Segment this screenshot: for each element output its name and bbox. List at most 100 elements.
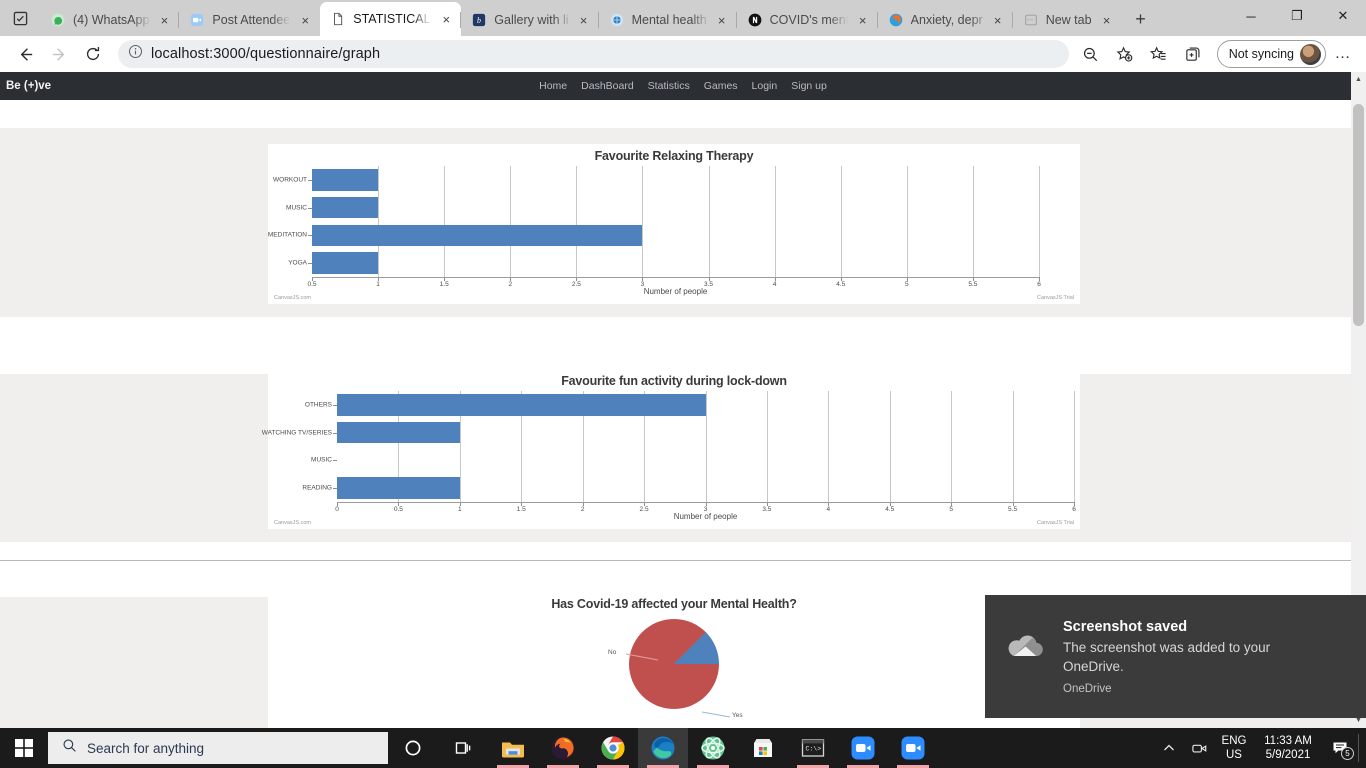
zoom-out-icon[interactable]: [1075, 39, 1107, 69]
taskbar-app-zoom-meetings[interactable]: [838, 728, 888, 768]
taskbar-app-firefox[interactable]: [538, 728, 588, 768]
meet-now-icon[interactable]: [1184, 728, 1214, 768]
y-axis-category-label: WORKOUT: [273, 176, 307, 184]
taskbar-app-zoom-rooms[interactable]: [888, 728, 938, 768]
close-window-button[interactable]: ✕: [1320, 0, 1366, 32]
bar[interactable]: [312, 196, 379, 219]
site-navbar: Be (+)ve Home DashBoard Statistics Games…: [0, 72, 1366, 100]
nav-link-login[interactable]: Login: [752, 80, 778, 92]
nav-link-home[interactable]: Home: [539, 80, 567, 92]
browser-tab-5[interactable]: COVID's ment ×: [735, 4, 878, 36]
back-icon[interactable]: [8, 39, 42, 69]
nav-link-signup[interactable]: Sign up: [791, 80, 827, 92]
whatsapp-icon: [50, 12, 66, 28]
maximize-button[interactable]: ❐: [1274, 0, 1320, 32]
taskbar-app-microsoft-edge[interactable]: [638, 728, 688, 768]
clock[interactable]: 11:33 AM 5/9/2021: [1254, 734, 1322, 762]
grid-line: [766, 391, 768, 502]
site-brand[interactable]: Be (+)ve: [6, 80, 51, 92]
taskbar-app-atom-editor[interactable]: [688, 728, 738, 768]
browser-tab-7[interactable]: New tab ×: [1011, 4, 1122, 36]
grid-line: [774, 166, 776, 277]
tab-close-icon[interactable]: ×: [990, 12, 1006, 28]
tab-close-icon[interactable]: ×: [714, 12, 730, 28]
chart-plot-area[interactable]: No Yes: [268, 611, 1080, 728]
chart-plot-area[interactable]: 0.5 1 1.5 2 2.5 3 3.5 4 4.5 5 5.5 6 WORKOUT MUSIC MEDI…: [268, 166, 1041, 288]
spacer-1: [0, 128, 1366, 144]
sync-status-label: Not syncing: [1228, 47, 1294, 61]
tab-strip: (4) WhatsApp × Post Attendee × STATISTIC…: [0, 0, 1366, 36]
show-desktop-button[interactable]: [1358, 734, 1362, 762]
chart-card-relaxing-therapy: Favourite Relaxing Therapy 0.5 1 1.5 2 2.5 3 3…: [268, 144, 1080, 304]
language-line-1: ENG: [1221, 735, 1247, 747]
taskbar-app-command-prompt[interactable]: C:\>: [788, 728, 838, 768]
y-axis-category-label: OTHERS: [304, 401, 332, 409]
tab-close-icon[interactable]: ×: [438, 11, 454, 27]
chart-plot-area[interactable]: 0 0.5 1 1.5 2 2.5 3 3.5 4 4.5 5 5.5 6 OTHERS WATCHING …: [262, 391, 1076, 513]
language-indicator[interactable]: ENG US: [1214, 734, 1254, 762]
browser-tab-0[interactable]: (4) WhatsApp ×: [40, 4, 179, 36]
canvasjs-credit-left[interactable]: CanvasJS.com: [274, 295, 311, 301]
show-hidden-icons-icon[interactable]: [1154, 728, 1184, 768]
settings-more-icon[interactable]: …: [1328, 39, 1358, 69]
new-tab-button[interactable]: +: [1126, 4, 1156, 34]
tab-close-icon[interactable]: ×: [1099, 12, 1115, 28]
canvasjs-credit-left[interactable]: CanvasJS.com: [274, 520, 311, 526]
tab-close-icon[interactable]: ×: [156, 12, 172, 28]
tab-close-icon[interactable]: ×: [855, 12, 871, 28]
bar[interactable]: [312, 252, 379, 274]
profile-sync-button[interactable]: Not syncing: [1216, 40, 1326, 68]
nav-link-statistics[interactable]: Statistics: [648, 80, 690, 92]
scroll-up-arrow[interactable]: ▲: [1351, 72, 1366, 87]
grid-line: [951, 391, 953, 502]
bar[interactable]: [312, 169, 379, 191]
who-icon: [609, 12, 625, 28]
nav-link-dashboard[interactable]: DashBoard: [581, 80, 634, 92]
bar[interactable]: [337, 421, 460, 444]
address-bar[interactable]: localhost:3000/questionnaire/graph: [118, 40, 1069, 68]
bar[interactable]: [337, 477, 460, 499]
cortana-icon[interactable]: [388, 728, 438, 768]
taskbar-app-microsoft-store[interactable]: [738, 728, 788, 768]
bar[interactable]: [337, 394, 706, 416]
minimize-button[interactable]: ─: [1228, 0, 1274, 32]
info-icon[interactable]: [128, 44, 143, 64]
forward-icon[interactable]: [42, 39, 76, 69]
browser-tab-4[interactable]: Mental health ×: [597, 4, 737, 36]
tab-close-icon[interactable]: ×: [297, 12, 313, 28]
y-axis-category-label: READING: [302, 484, 332, 492]
start-icon[interactable]: [0, 728, 48, 768]
grid-line: [828, 391, 830, 502]
nav-link-games[interactable]: Games: [704, 80, 738, 92]
notification-toast[interactable]: Screenshot saved The screenshot was adde…: [985, 595, 1366, 718]
tab-title: Gallery with li: [494, 13, 569, 27]
reload-icon[interactable]: [76, 39, 110, 69]
search-input[interactable]: Search for anything: [48, 732, 388, 764]
bar[interactable]: [312, 224, 643, 247]
divider-line: [0, 560, 1366, 561]
taskbar-app-chrome[interactable]: [588, 728, 638, 768]
grid-line: [906, 166, 908, 277]
taskbar-app-file-explorer[interactable]: [488, 728, 538, 768]
grid-line: [708, 166, 710, 277]
notification-center-icon[interactable]: 5: [1322, 728, 1358, 768]
browser-tab-2[interactable]: STATISTICAL A ×: [320, 2, 462, 36]
tab-close-icon[interactable]: ×: [576, 12, 592, 28]
y-axis-category-label: MUSIC: [311, 456, 332, 464]
browser-tab-1[interactable]: Post Attendee ×: [178, 4, 320, 36]
tab-title: New tab: [1045, 13, 1092, 27]
browser-tab-6[interactable]: Anxiety, depr ×: [876, 4, 1013, 36]
tab-actions-menu-icon[interactable]: [0, 0, 40, 36]
add-favorite-icon[interactable]: [1109, 39, 1141, 69]
avatar[interactable]: [1300, 43, 1321, 65]
grid-line: [705, 391, 707, 502]
task-view-icon[interactable]: [438, 728, 488, 768]
clock-date: 5/9/2021: [1265, 749, 1311, 761]
svg-text:b: b: [477, 16, 481, 25]
favorites-icon[interactable]: [1143, 39, 1175, 69]
browser-tab-3[interactable]: b Gallery with li ×: [460, 4, 598, 36]
scrollbar-thumb[interactable]: [1353, 104, 1364, 326]
clock-time: 11:33 AM: [1264, 735, 1312, 747]
collections-icon[interactable]: [1177, 39, 1209, 69]
y-axis-category-label: MEDITATION: [267, 231, 307, 239]
